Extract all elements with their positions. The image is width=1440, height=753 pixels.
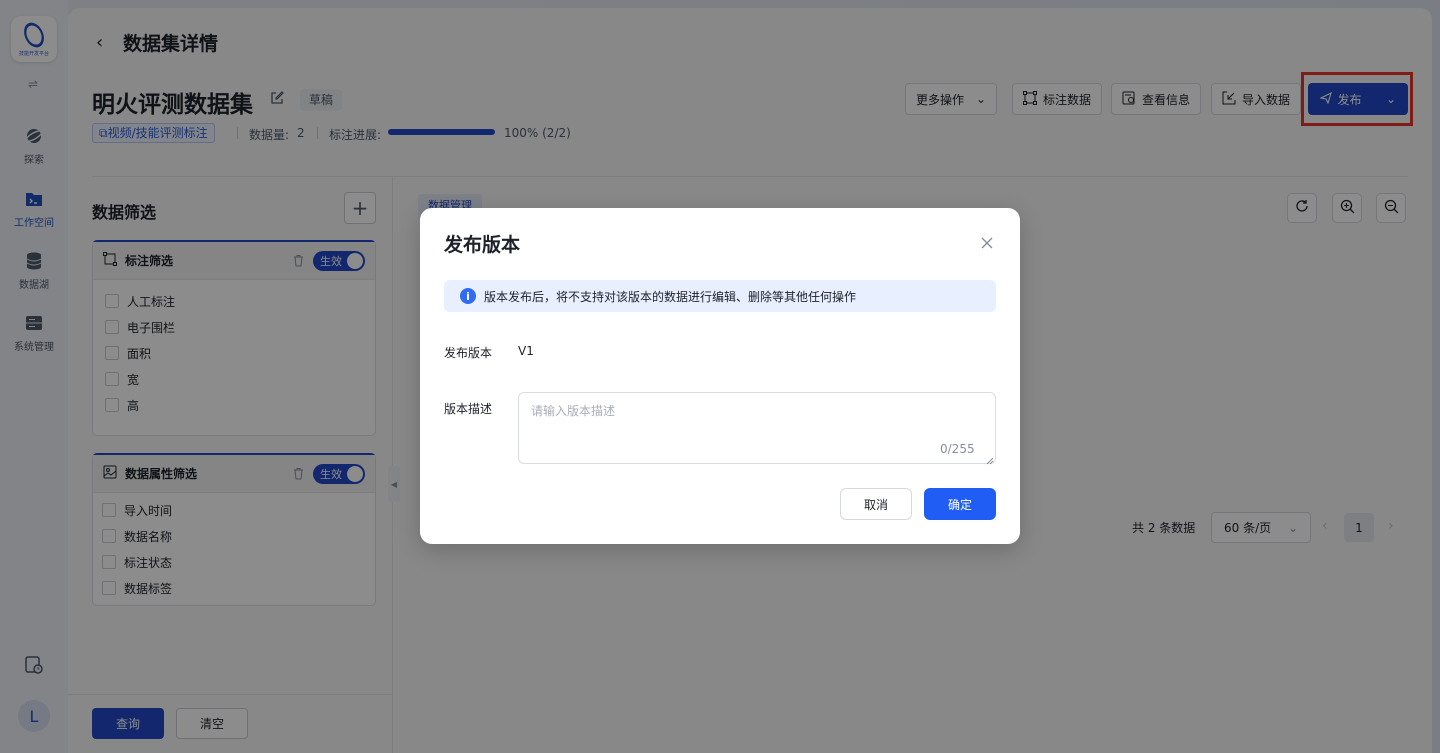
resize-handle[interactable] [986,454,994,465]
version-label: 发布版本 [444,346,493,360]
dialog-title: 发布版本 [444,234,521,256]
description-label: 版本描述 [444,402,493,416]
description-input[interactable] [518,392,996,464]
close-icon[interactable] [978,234,996,252]
info-icon: i [460,288,476,304]
alert-text: 版本发布后，将不支持对该版本的数据进行编辑、删除等其他任何操作 [484,289,857,304]
publish-version-dialog: 发布版本 i 版本发布后，将不支持对该版本的数据进行编辑、删除等其他任何操作 发… [420,208,1020,544]
confirm-button[interactable]: 确定 [924,488,996,520]
cancel-button[interactable]: 取消 [840,488,912,520]
char-counter: 0/255 [940,442,975,456]
warning-alert: i 版本发布后，将不支持对该版本的数据进行编辑、删除等其他任何操作 [444,280,996,312]
version-value: V1 [518,344,534,358]
